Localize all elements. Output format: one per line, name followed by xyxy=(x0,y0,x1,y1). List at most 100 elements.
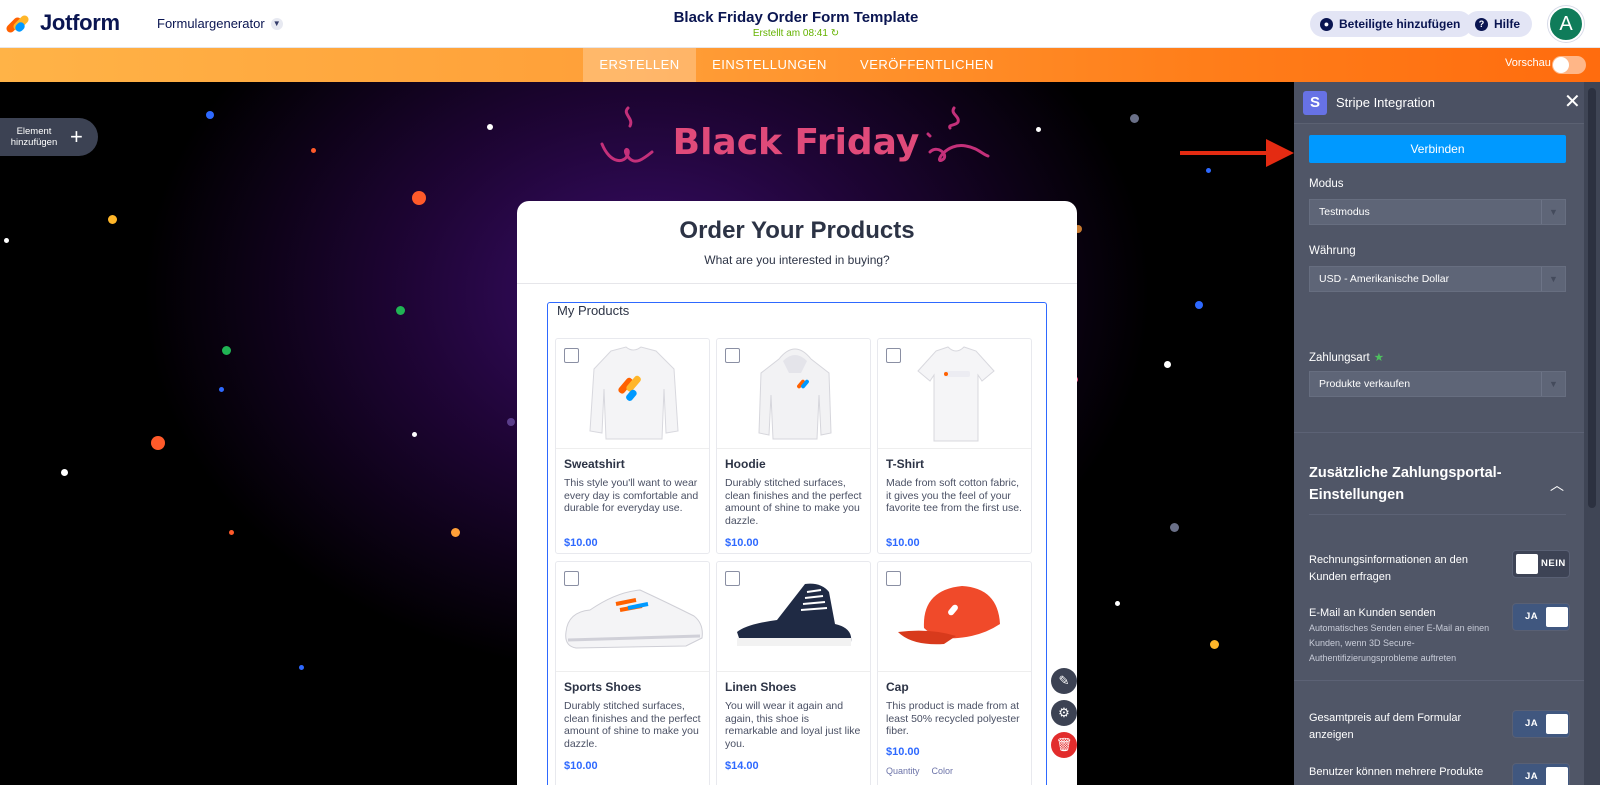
product-name: Sweatshirt xyxy=(564,457,625,471)
toggle-state: JA xyxy=(1525,611,1539,622)
confetti-dot xyxy=(507,418,515,426)
multiple-products-toggle[interactable]: JA xyxy=(1512,763,1570,785)
product-checkbox[interactable] xyxy=(564,571,579,586)
product-card-sweatshirt[interactable]: Sweatshirt This style you'll want to wea… xyxy=(555,338,710,554)
tshirt-icon xyxy=(917,346,995,442)
wand-icon[interactable]: ✎ xyxy=(1051,668,1077,694)
product-price: $10.00 xyxy=(564,537,598,549)
confetti-dot xyxy=(151,436,165,450)
confetti-dot xyxy=(299,665,304,670)
confetti-dot xyxy=(229,530,234,535)
product-description: This style you'll want to wear every day… xyxy=(564,477,699,515)
toggle-state: JA xyxy=(1525,718,1539,729)
product-card-sports-shoes[interactable]: Sports Shoes Durably stitched surfaces, … xyxy=(555,561,710,785)
form-subheading: What are you interested in buying? xyxy=(704,253,890,267)
form-heading: Order Your Products xyxy=(679,217,915,244)
confetti-dot xyxy=(1170,523,1179,532)
form-generator-label: Formulargenerator xyxy=(157,16,265,31)
payment-type-select[interactable]: Produkte verkaufen ▼ xyxy=(1309,371,1566,397)
product-list-label: My Products xyxy=(557,303,630,318)
currency-select[interactable]: USD - Amerikanische Dollar ▼ xyxy=(1309,266,1566,292)
product-list-field[interactable]: My Products Sweatshirt This style you'll… xyxy=(547,302,1047,785)
panel-scrollbar[interactable] xyxy=(1584,82,1600,785)
product-price: $10.00 xyxy=(886,746,920,758)
add-element-button[interactable]: Element hinzufügen + xyxy=(0,118,98,156)
divider xyxy=(1294,680,1600,681)
chevron-down-icon: ▼ xyxy=(1541,200,1565,224)
product-checkbox[interactable] xyxy=(886,571,901,586)
form-header[interactable]: Order Your Products What are you interes… xyxy=(517,201,1077,284)
main-nav: ERSTELLEN EINSTELLUNGEN VERÖFFENTLICHEN … xyxy=(0,48,1600,82)
product-name: T-Shirt xyxy=(886,457,924,471)
confetti-dot xyxy=(311,148,316,153)
additional-settings-title[interactable]: Zusätzliche Zahlungsportal-Einstellungen xyxy=(1309,462,1539,506)
product-price: $10.00 xyxy=(725,537,759,549)
product-card-tshirt[interactable]: T-Shirt Made from soft cotton fabric, it… xyxy=(877,338,1032,554)
linen-shoe-icon xyxy=(737,583,852,646)
form-title[interactable]: Black Friday Order Form Template xyxy=(600,9,992,26)
chevron-down-icon: ▼ xyxy=(1541,267,1565,291)
mode-select[interactable]: Testmodus ▼ xyxy=(1309,199,1566,225)
close-icon[interactable]: ✕ xyxy=(1564,91,1581,113)
user-icon: ● xyxy=(1320,17,1333,31)
trash-icon[interactable]: 🗑 xyxy=(1051,732,1077,758)
product-name: Hoodie xyxy=(725,457,766,471)
add-participants-label: Beteiligte hinzufügen xyxy=(1339,17,1461,31)
product-checkbox[interactable] xyxy=(564,348,579,363)
multiple-products-label: Benutzer können mehrere Produkte xyxy=(1309,766,1484,778)
product-description: This product is made from at least 50% r… xyxy=(886,700,1020,738)
product-checkbox[interactable] xyxy=(725,571,740,586)
toggle-knob xyxy=(1546,767,1568,785)
divider xyxy=(1294,432,1600,433)
product-checkbox[interactable] xyxy=(725,348,740,363)
confetti-dot xyxy=(1164,361,1171,368)
red-arrow-annotation xyxy=(1180,151,1270,155)
connect-button[interactable]: Verbinden xyxy=(1309,135,1566,163)
confetti-dot xyxy=(412,432,417,437)
product-name: Sports Shoes xyxy=(564,680,642,694)
email-customer-label: E-Mail an Kunden senden xyxy=(1309,607,1436,619)
add-participants-button[interactable]: ● Beteiligte hinzufügen xyxy=(1310,11,1473,37)
confetti-dot xyxy=(1206,168,1211,173)
confetti-dot xyxy=(1115,601,1120,606)
email-customer-description: Automatisches Senden einer E-Mail an ein… xyxy=(1309,623,1490,663)
gear-icon[interactable]: ⚙ xyxy=(1051,700,1077,726)
product-card-linen-shoes[interactable]: Linen Shoes You will wear it again and a… xyxy=(716,561,871,785)
tab-erstellen[interactable]: ERSTELLEN xyxy=(583,48,696,82)
tab-einstellungen[interactable]: EINSTELLUNGEN xyxy=(706,48,833,82)
product-checkbox[interactable] xyxy=(886,348,901,363)
payment-type-label-row: Zahlungsart ★ xyxy=(1309,350,1384,364)
confetti-dot xyxy=(108,215,117,224)
product-card-hoodie[interactable]: Hoodie Durably stitched surfaces, clean … xyxy=(716,338,871,554)
payment-type-label: Zahlungsart xyxy=(1309,352,1370,364)
show-total-label: Gesamtpreis auf dem Formular anzeigen xyxy=(1309,712,1462,741)
email-customer-toggle[interactable]: JA xyxy=(1512,603,1570,631)
avatar[interactable]: A xyxy=(1548,6,1584,42)
billing-info-toggle[interactable]: NEIN xyxy=(1512,550,1570,578)
product-description: Made from soft cotton fabric, it gives y… xyxy=(886,477,1022,515)
red-arrow-head xyxy=(1266,139,1294,167)
help-button[interactable]: ? Hilfe xyxy=(1465,11,1533,37)
panel-title: Stripe Integration xyxy=(1336,95,1436,110)
confetti-dot xyxy=(451,528,460,537)
scrollbar-thumb[interactable] xyxy=(1588,88,1596,508)
hoodie-icon xyxy=(758,348,832,440)
mode-value: Testmodus xyxy=(1319,206,1370,218)
confetti-dot xyxy=(219,387,224,392)
toggle-knob xyxy=(1516,554,1538,574)
form-title-area: Black Friday Order Form Template Erstell… xyxy=(600,9,992,39)
form-card: Order Your Products What are you interes… xyxy=(517,201,1077,785)
preview-toggle[interactable] xyxy=(1552,56,1586,74)
refresh-icon: ↻ xyxy=(830,28,840,39)
created-status: Erstellt am 08:41 ↻ xyxy=(600,28,992,39)
jotform-logo[interactable]: Jotform xyxy=(4,10,120,36)
confetti-dot xyxy=(1195,301,1203,309)
chevron-up-icon[interactable]: ︿ xyxy=(1550,475,1564,495)
quantity-option-label: Quantity xyxy=(886,766,920,776)
preview-label: Vorschau xyxy=(1505,57,1551,69)
show-total-toggle[interactable]: JA xyxy=(1512,710,1570,738)
product-card-cap[interactable]: Cap This product is made from at least 5… xyxy=(877,561,1032,785)
form-generator-dropdown[interactable]: Formulargenerator ▼ xyxy=(157,16,283,31)
tab-veroeffentlichen[interactable]: VERÖFFENTLICHEN xyxy=(857,48,997,82)
sweatshirt-icon xyxy=(589,346,679,440)
